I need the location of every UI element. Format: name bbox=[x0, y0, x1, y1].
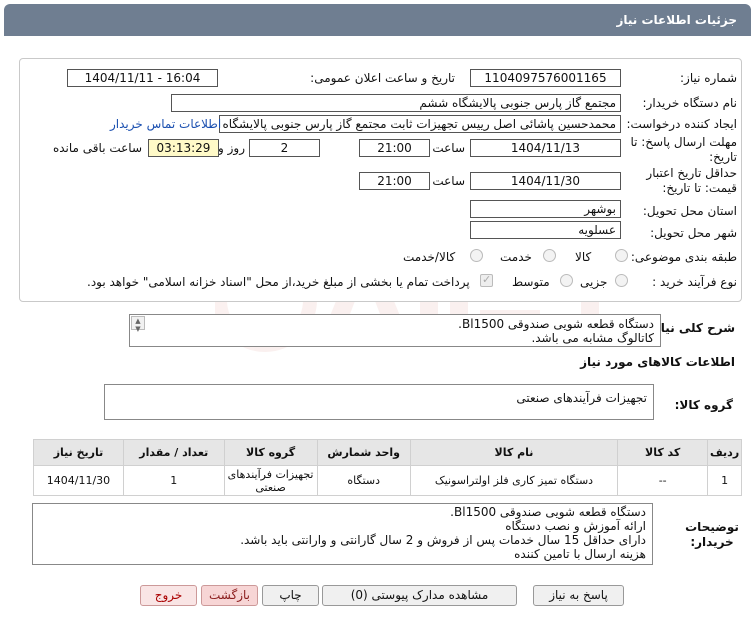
col-header-code: کد کالا bbox=[617, 439, 709, 466]
col-header-unit: واحد شمارش bbox=[316, 439, 411, 466]
need-summary-line: دستگاه قطعه شویی صندوقی Bl1500. bbox=[458, 317, 654, 331]
cell-name: دستگاه تمیز کاری فلز اولتراسونیک bbox=[409, 465, 619, 496]
buyer-notes-line: دستگاه قطعه شویی صندوقی Bl1500. bbox=[450, 505, 646, 519]
city-label: شهر محل تحویل: bbox=[650, 226, 737, 240]
category-option-service: خدمت bbox=[500, 250, 532, 264]
need-summary-line: کاتالوگ مشابه می باشد. bbox=[531, 331, 654, 345]
exit-button[interactable]: خروج bbox=[140, 585, 197, 606]
deadline-time-field: 21:00 bbox=[359, 139, 430, 157]
col-header-name: نام کالا bbox=[409, 439, 619, 466]
need-summary-text: دستگاه قطعه شویی صندوقی Bl1500. کاتالوگ … bbox=[129, 314, 661, 347]
days-remaining-field: 2 bbox=[249, 139, 320, 157]
creator-field: محمدحسین پاشائی اصل رییس تجهیزات ثابت مج… bbox=[219, 115, 621, 133]
treasury-payment-checkbox[interactable] bbox=[480, 273, 493, 287]
category-label: طبقه بندی موضوعی: bbox=[630, 250, 737, 264]
buyer-notes-line: هزینه ارسال با تامین کننده bbox=[514, 547, 646, 561]
city-field: عسلویه bbox=[470, 221, 621, 239]
goods-group-label: گروه کالا: bbox=[674, 398, 733, 412]
category-radio-service[interactable] bbox=[543, 249, 556, 262]
price-validity-time-field: 21:00 bbox=[359, 172, 430, 190]
col-header-row: ردیف bbox=[707, 439, 742, 466]
cell-row: 1 bbox=[707, 465, 742, 496]
province-field: بوشهر bbox=[470, 200, 621, 218]
back-button[interactable]: بازگشت bbox=[201, 585, 258, 606]
treasury-payment-note: پرداخت تمام یا بخشی از مبلغ خرید،از محل … bbox=[87, 275, 470, 289]
announce-date-field: 1404/11/11 - 16:04 bbox=[67, 69, 218, 87]
buyer-notes-label: توضیحات خریدار: bbox=[685, 520, 739, 549]
table-row[interactable]: 1 -- دستگاه تمیز کاری فلز اولتراسونیک دس… bbox=[33, 465, 742, 496]
days-label: روز و bbox=[218, 141, 245, 155]
cell-date: 1404/11/30 bbox=[33, 465, 124, 496]
reply-to-need-button[interactable]: پاسخ به نیاز bbox=[533, 585, 624, 606]
buyer-name-field: مجتمع گاز پارس جنوبی پالایشگاه ششم bbox=[171, 94, 621, 112]
need-number-label: شماره نیاز: bbox=[680, 71, 737, 85]
category-option-goods: کالا bbox=[575, 250, 592, 264]
process-option-medium: متوسط bbox=[512, 275, 550, 289]
cell-quantity: 1 bbox=[122, 465, 225, 496]
page-header: جزئیات اطلاعات نیاز bbox=[4, 4, 751, 36]
cell-code: -- bbox=[617, 465, 709, 496]
buyer-notes-line: دارای حداقل 15 سال خدمات پس از فروش و 2 … bbox=[240, 533, 646, 547]
cell-group: تجهیزات فرآیندهای صنعتی bbox=[223, 465, 318, 496]
col-header-date: تاریخ نیاز bbox=[33, 439, 124, 466]
process-radio-minor[interactable] bbox=[615, 274, 628, 287]
category-radio-goods-service[interactable] bbox=[470, 249, 483, 262]
price-validity-date-field: 1404/11/30 bbox=[470, 172, 621, 190]
table-header-row: ردیف کد کالا نام کالا واحد شمارش گروه کا… bbox=[33, 439, 742, 466]
deadline-date-field: 1404/11/13 bbox=[470, 139, 621, 157]
process-type-label: نوع فرآیند خرید : bbox=[652, 275, 737, 289]
page-title: جزئیات اطلاعات نیاز bbox=[616, 13, 737, 27]
col-header-group: گروه کالا bbox=[223, 439, 318, 466]
announce-date-label: تاریخ و ساعت اعلان عمومی: bbox=[310, 71, 455, 85]
buyer-notes-line: ارائه آموزش و نصب دستگاه bbox=[505, 519, 646, 533]
goods-section-title: اطلاعات کالاهای مورد نیاز bbox=[580, 355, 735, 369]
process-option-minor: جزیی bbox=[580, 275, 608, 289]
creator-label: ایجاد کننده درخواست: bbox=[626, 117, 737, 131]
col-header-quantity: تعداد / مقدار bbox=[122, 439, 225, 466]
goods-group-field: تجهیزات فرآیندهای صنعتی bbox=[104, 384, 654, 420]
scroll-up-icon[interactable]: ▲ ▼ bbox=[131, 316, 145, 333]
price-validity-time-label: ساعت bbox=[432, 174, 465, 188]
deadline-time-label: ساعت bbox=[432, 141, 465, 155]
cell-unit: دستگاه bbox=[316, 465, 411, 496]
buyer-name-label: نام دستگاه خریدار: bbox=[642, 96, 738, 110]
process-radio-medium[interactable] bbox=[560, 274, 573, 287]
buyer-contact-link[interactable]: اطلاعات تماس خریدار bbox=[110, 117, 221, 131]
time-remaining-field: 03:13:29 bbox=[148, 139, 219, 157]
category-radio-goods[interactable] bbox=[615, 249, 628, 262]
time-remaining-label: ساعت باقی مانده bbox=[52, 141, 142, 155]
category-option-goods-service: کالا/خدمت bbox=[403, 250, 456, 264]
goods-table: ردیف کد کالا نام کالا واحد شمارش گروه کا… bbox=[33, 439, 742, 496]
print-button[interactable]: چاپ bbox=[262, 585, 319, 606]
need-number-field: 1104097576001165 bbox=[470, 69, 621, 87]
view-attachments-button[interactable]: مشاهده مدارک پیوستی (0) bbox=[322, 585, 517, 606]
deadline-label: مهلت ارسال پاسخ: تا تاریخ: bbox=[630, 135, 737, 164]
buyer-notes-text: دستگاه قطعه شویی صندوقی Bl1500. ارائه آم… bbox=[32, 503, 653, 565]
need-summary-label: شرح کلی نیاز: bbox=[649, 321, 735, 335]
price-validity-label: حداقل تاریخ اعتبار قیمت: تا تاریخ: bbox=[646, 166, 737, 195]
province-label: استان محل تحویل: bbox=[642, 204, 737, 218]
